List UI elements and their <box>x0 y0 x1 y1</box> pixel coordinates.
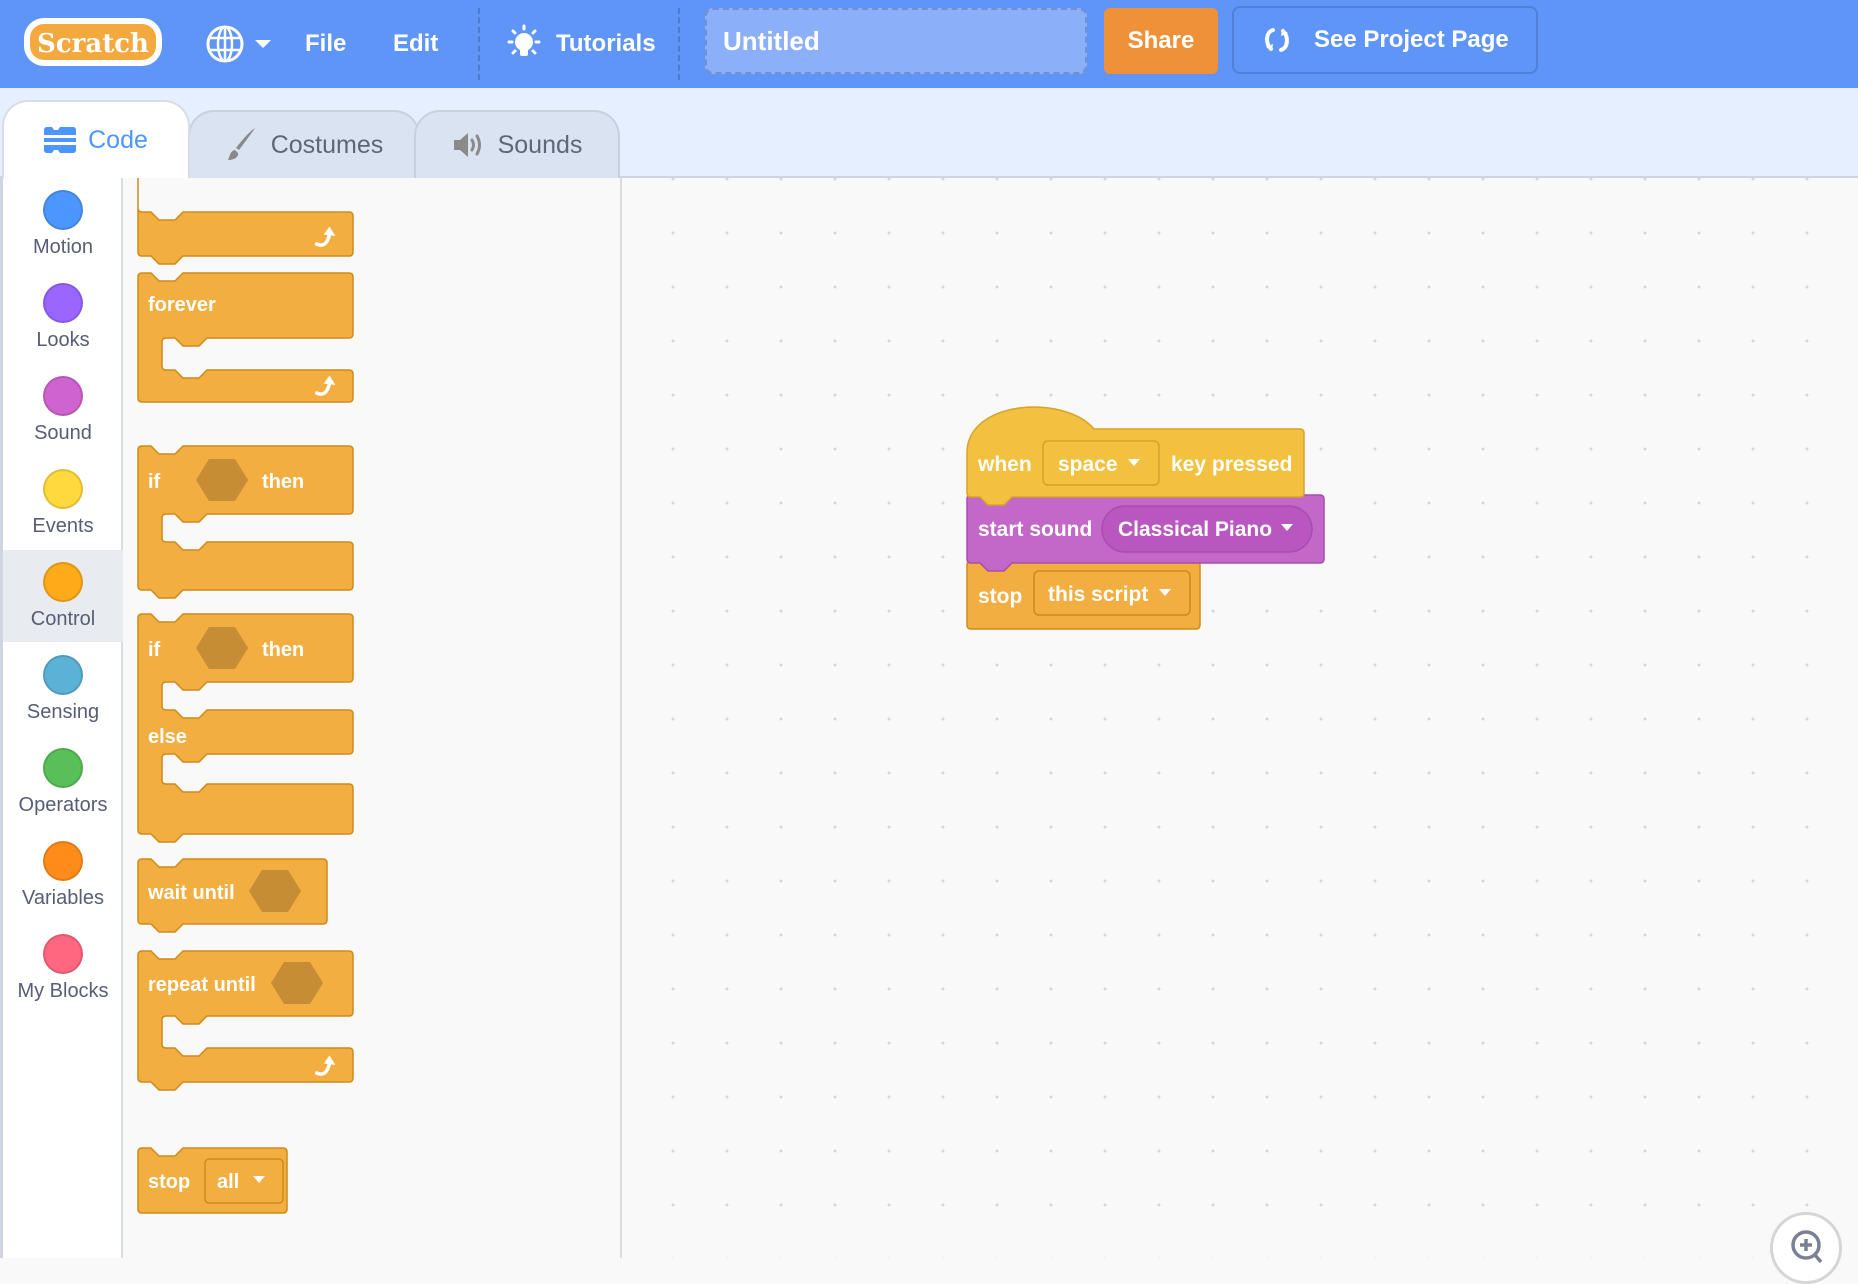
category-label: Looks <box>36 329 90 351</box>
code-workspace[interactable]: stop this script start sound Classical P… <box>624 178 1858 1258</box>
editor-tabs: Code Costumes Sounds <box>0 88 1858 178</box>
zoom-in-icon <box>1791 1230 1823 1264</box>
category-menu: Motion Looks Sound Events Control Sensin… <box>0 178 123 1258</box>
category-label: Sound <box>34 422 92 444</box>
brush-icon <box>227 128 255 160</box>
stop-option-label: this script <box>1048 583 1148 606</box>
category-label: My Blocks <box>17 980 109 1002</box>
category-label: Variables <box>22 887 104 909</box>
language-menu[interactable] <box>204 0 272 88</box>
category-variables[interactable]: Variables <box>3 829 123 921</box>
category-label: Motion <box>32 236 94 258</box>
stop-option-label: all <box>217 1171 239 1193</box>
speaker-icon <box>453 133 481 157</box>
category-operators[interactable]: Operators <box>3 736 123 828</box>
if-then-block[interactable]: if then <box>137 445 354 599</box>
sound-dot-icon <box>43 376 83 416</box>
repeat-block-bottom <box>137 178 354 265</box>
remix-arrows-icon <box>1265 28 1289 52</box>
tab-sounds-label: Sounds <box>497 130 583 159</box>
key-name: space <box>1058 453 1118 476</box>
caret-down-icon <box>255 40 271 48</box>
project-title-input[interactable]: Untitled <box>705 8 1087 74</box>
if-label: if <box>148 639 161 661</box>
file-menu[interactable]: File <box>305 0 346 88</box>
category-label: Operators <box>18 794 108 816</box>
scratch-logo[interactable]: Scratch <box>22 16 164 68</box>
code-icon <box>44 127 77 153</box>
sound-name: Classical Piano <box>1118 518 1272 541</box>
tab-code-label: Code <box>88 125 148 154</box>
looks-dot-icon <box>43 283 83 323</box>
category-events[interactable]: Events <box>3 457 123 549</box>
category-control[interactable]: Control <box>3 550 123 642</box>
then-label: then <box>262 639 304 661</box>
start-sound-label: start sound <box>978 518 1092 541</box>
when-label: when <box>977 453 1032 476</box>
repeat-until-label: repeat until <box>148 974 256 996</box>
repeat-until-block[interactable]: repeat until <box>137 950 354 1091</box>
operators-dot-icon <box>43 748 83 788</box>
tutorials-button[interactable]: Tutorials <box>506 0 656 88</box>
svg-text:Scratch: Scratch <box>37 29 149 59</box>
variables-dot-icon <box>43 841 83 881</box>
see-project-page-label: See Project Page <box>1314 26 1509 53</box>
menu-bar: Scratch File Edit Tutorials Untitled Sha… <box>0 0 1858 88</box>
events-dot-icon <box>43 469 83 509</box>
wait-until-label: wait until <box>147 882 235 904</box>
globe-icon <box>206 25 244 63</box>
my-blocks-dot-icon <box>43 934 83 974</box>
when-key-pressed-block[interactable]: when space key pressed <box>966 406 1305 506</box>
tab-costumes-label: Costumes <box>270 130 384 159</box>
category-label: Sensing <box>26 701 100 723</box>
stop-label: stop <box>148 1171 190 1193</box>
key-pressed-label: key pressed <box>1171 453 1292 476</box>
category-motion[interactable]: Motion <box>3 178 123 270</box>
menu-divider <box>678 8 680 80</box>
if-then-else-block[interactable]: if then else <box>137 613 354 843</box>
tutorials-label: Tutorials <box>556 30 656 57</box>
forever-label: forever <box>148 294 216 316</box>
category-label: Events <box>32 515 94 537</box>
see-project-page-button[interactable]: See Project Page <box>1232 6 1538 74</box>
else-label: else <box>148 726 187 748</box>
category-looks[interactable]: Looks <box>3 271 123 363</box>
control-dot-icon <box>43 562 83 602</box>
start-sound-block[interactable]: start sound Classical Piano <box>966 494 1325 572</box>
tab-sounds[interactable]: Sounds <box>414 110 620 178</box>
zoom-in-button[interactable] <box>1770 1212 1842 1284</box>
category-sensing[interactable]: Sensing <box>3 643 123 735</box>
block-palette: forever if then if then else wait until <box>123 178 622 1258</box>
stop-all-block[interactable]: stop all <box>137 1147 288 1214</box>
wait-until-block[interactable]: wait until <box>137 858 328 933</box>
forever-block[interactable]: forever <box>137 272 354 403</box>
category-my-blocks[interactable]: My Blocks <box>3 922 123 1014</box>
tab-costumes[interactable]: Costumes <box>188 110 420 178</box>
tab-code[interactable]: Code <box>2 100 190 178</box>
stop-label: stop <box>978 585 1022 608</box>
menu-divider <box>478 8 480 80</box>
motion-dot-icon <box>43 190 83 230</box>
edit-menu[interactable]: Edit <box>393 0 438 88</box>
then-label: then <box>262 471 304 493</box>
share-button[interactable]: Share <box>1104 8 1218 74</box>
category-sound[interactable]: Sound <box>3 364 123 456</box>
if-label: if <box>148 471 161 493</box>
lightbulb-icon <box>507 24 541 56</box>
category-label: Control <box>30 608 96 630</box>
sensing-dot-icon <box>43 655 83 695</box>
